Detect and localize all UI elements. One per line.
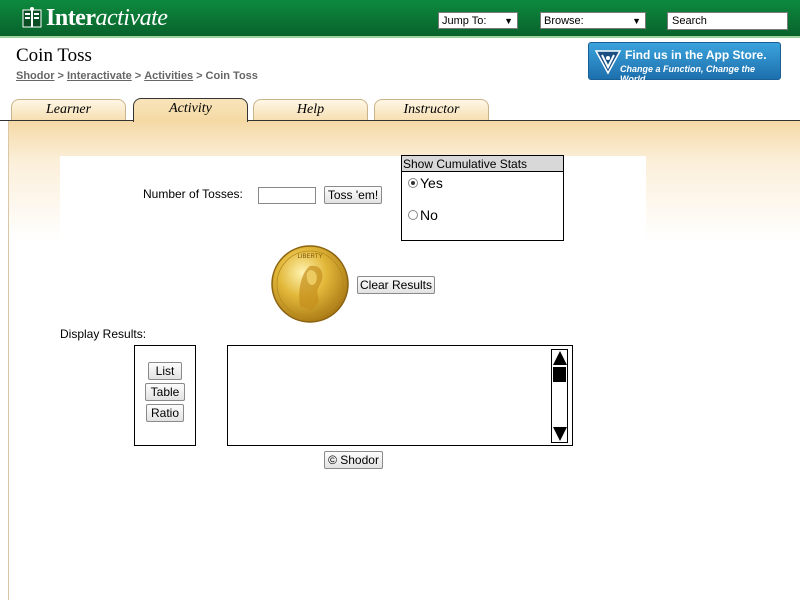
coin-image: LIBERTY — [271, 245, 349, 323]
results-scrollbar[interactable] — [551, 349, 568, 443]
brand-italic: activate — [95, 4, 168, 31]
tosses-label: Number of Tosses: — [143, 187, 243, 201]
browse-select[interactable]: Browse: ▼ — [540, 12, 646, 29]
app-store-line2: Change a Function, Change the World — [620, 64, 756, 84]
jump-to-select[interactable]: Jump To: ▼ — [438, 12, 518, 29]
display-results-label: Display Results: — [60, 327, 147, 341]
header-stripe — [0, 36, 800, 38]
breadcrumb-separator: > — [57, 70, 64, 82]
stats-no-label[interactable]: No — [420, 207, 438, 223]
cumulative-stats-title: Show Cumulative Stats — [402, 156, 563, 172]
scroll-down-arrow-icon[interactable] — [553, 427, 567, 441]
book-icon — [22, 7, 42, 28]
coin-liberty-text: LIBERTY — [298, 254, 323, 260]
page-title: Coin Toss — [16, 45, 92, 66]
app-store-logo-icon — [594, 50, 622, 75]
brand-bold: Inter — [46, 4, 96, 31]
tab-activity[interactable]: Activity — [133, 98, 248, 122]
breadcrumb: Shodor > Interactivate > Activities > Coin Tos… — [16, 70, 258, 82]
toss-button[interactable]: Toss 'em! — [324, 186, 382, 204]
clear-results-button[interactable]: Clear Results — [357, 276, 435, 294]
breadcrumb-current: Coin Toss — [205, 70, 258, 82]
site-header: Interactivate Jump To: ▼ Browse: ▼ Searc… — [0, 0, 800, 36]
scroll-up-arrow-icon[interactable] — [553, 351, 567, 365]
app-store-banner[interactable]: Find us in the App Store. Change a Funct… — [588, 42, 781, 84]
app-store-line1: Find us in the App Store. — [625, 48, 767, 62]
browse-label: Browse: — [544, 15, 584, 27]
list-button[interactable]: List — [148, 362, 182, 380]
cumulative-stats-box: Show Cumulative Stats Yes No — [401, 155, 564, 241]
jump-to-arrow-icon: ▼ — [504, 16, 513, 26]
breadcrumb-activities-link[interactable]: Activities — [144, 70, 193, 82]
brand-name: Interactivate — [46, 4, 168, 32]
scroll-thumb[interactable] — [553, 367, 566, 382]
jump-to-label: Jump To: — [442, 15, 487, 27]
results-textarea[interactable] — [227, 345, 573, 446]
breadcrumb-interactivate-link[interactable]: Interactivate — [67, 70, 132, 82]
breadcrumb-separator: > — [196, 70, 203, 82]
shodor-copyright-button[interactable]: © Shodor — [324, 451, 383, 469]
stats-no-radio[interactable] — [408, 210, 418, 220]
table-button[interactable]: Table — [145, 383, 185, 401]
breadcrumb-separator: > — [134, 70, 142, 82]
ratio-button[interactable]: Ratio — [146, 404, 184, 422]
browse-arrow-icon: ▼ — [632, 16, 641, 26]
interactivate-logo[interactable]: Interactivate — [22, 4, 168, 32]
search-input[interactable]: Search — [667, 12, 788, 30]
stats-yes-radio[interactable] — [408, 178, 418, 188]
tosses-input[interactable] — [258, 187, 316, 204]
stats-yes-label[interactable]: Yes — [420, 175, 443, 191]
breadcrumb-shodor-link[interactable]: Shodor — [16, 70, 55, 82]
